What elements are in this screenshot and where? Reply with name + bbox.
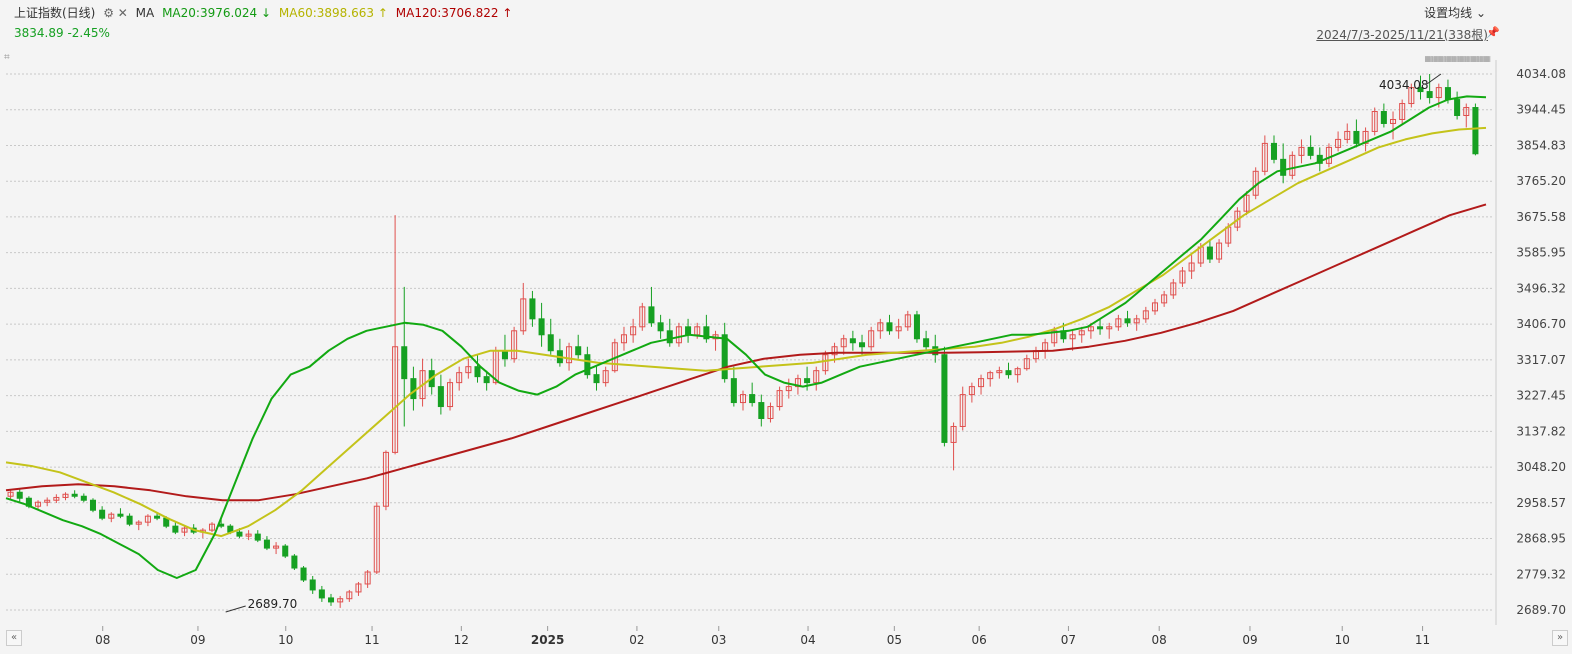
candle-body <box>1005 370 1012 376</box>
candle-body <box>1472 107 1479 155</box>
candle-body <box>401 346 408 380</box>
candle-body <box>1097 326 1104 330</box>
y-tick-label: 3765.20 <box>1516 174 1566 188</box>
candle-body <box>1454 99 1461 116</box>
candle-body <box>529 298 536 320</box>
candle-body <box>501 350 508 360</box>
candle-body <box>16 491 23 499</box>
high-annotation: 4034.08 <box>1379 78 1429 92</box>
candle-body <box>1307 146 1314 156</box>
y-tick-label: 3317.07 <box>1516 353 1566 367</box>
annotation-arrow <box>225 605 246 613</box>
candle-body <box>941 354 948 443</box>
candle-body <box>886 322 893 332</box>
candle-body <box>648 306 655 324</box>
candle-body <box>923 338 930 348</box>
candle-body <box>410 378 417 400</box>
y-tick-label: 3675.58 <box>1516 210 1566 224</box>
y-tick-label: 3137.82 <box>1516 424 1566 438</box>
candle-body <box>126 515 133 525</box>
scroll-left-button[interactable]: « <box>6 630 22 646</box>
candle-body <box>236 531 243 537</box>
candle-body <box>172 525 179 533</box>
candle-body <box>1270 142 1278 160</box>
kline-chart[interactable]: 4034.08 3944.45 3854.83 3765.20 3675.58 3585.… <box>0 0 1572 654</box>
candle-body <box>1353 130 1360 144</box>
y-tick-label: 4034.08 <box>1516 67 1566 81</box>
ma60-line <box>5 126 1487 538</box>
candle-body <box>593 374 600 384</box>
y-tick-label: 2779.32 <box>1516 567 1566 581</box>
candle-body <box>1280 158 1287 176</box>
ma20-line <box>5 95 1487 579</box>
candle-body <box>300 567 307 581</box>
candle-body <box>758 402 765 420</box>
y-tick-label: 3585.95 <box>1516 246 1566 260</box>
candle-body <box>318 589 325 599</box>
candle-body <box>1444 87 1451 101</box>
candle-body <box>291 555 298 569</box>
candle-body <box>666 330 673 344</box>
y-tick-label: 3854.83 <box>1516 138 1566 152</box>
candle-body <box>538 318 545 336</box>
y-tick-label: 3944.45 <box>1516 103 1566 117</box>
candle-body <box>483 376 490 384</box>
ma120-line <box>5 203 1487 502</box>
candle-body <box>474 366 481 378</box>
candle-body <box>71 493 78 497</box>
y-tick-label: 2958.57 <box>1516 496 1566 510</box>
candle-body <box>117 513 124 517</box>
candle-body <box>575 346 582 356</box>
y-tick-label: 2868.95 <box>1516 532 1566 546</box>
candle-body <box>1206 246 1213 260</box>
scroll-right-button[interactable]: » <box>1552 630 1568 646</box>
candle-body <box>263 539 270 549</box>
horizontal-scrollbar[interactable]: « » <box>6 630 1568 646</box>
candle-body <box>859 342 866 348</box>
y-tick-label: 2689.70 <box>1516 603 1566 617</box>
annotation-arrow <box>1426 73 1442 85</box>
candle-body <box>1426 91 1433 99</box>
candle-body <box>254 533 261 541</box>
candle-body <box>804 378 811 384</box>
candle-body <box>80 495 87 501</box>
candle-body <box>584 354 591 376</box>
candle-body <box>154 515 161 519</box>
low-annotation: 2689.70 <box>248 597 298 611</box>
candle-body <box>721 334 728 380</box>
candle-body <box>327 597 335 603</box>
candle-body <box>99 509 106 519</box>
candle-body <box>437 386 444 408</box>
candle-body <box>282 545 289 557</box>
y-tick-label: 3406.70 <box>1516 317 1566 331</box>
candle-body <box>849 338 856 344</box>
y-tick-label: 3496.32 <box>1516 281 1566 295</box>
candle-body <box>547 334 554 352</box>
candle-body <box>730 378 737 404</box>
candle-body <box>1124 318 1131 324</box>
candle-body <box>913 314 920 340</box>
candle-body <box>89 499 96 511</box>
y-tick-label: 3227.45 <box>1516 389 1566 403</box>
y-tick-label: 3048.20 <box>1516 460 1566 474</box>
candle-body <box>749 394 756 404</box>
candle-body <box>309 579 316 591</box>
candle-body <box>685 326 692 336</box>
candle-body <box>1380 111 1387 124</box>
candle-body <box>657 322 664 332</box>
